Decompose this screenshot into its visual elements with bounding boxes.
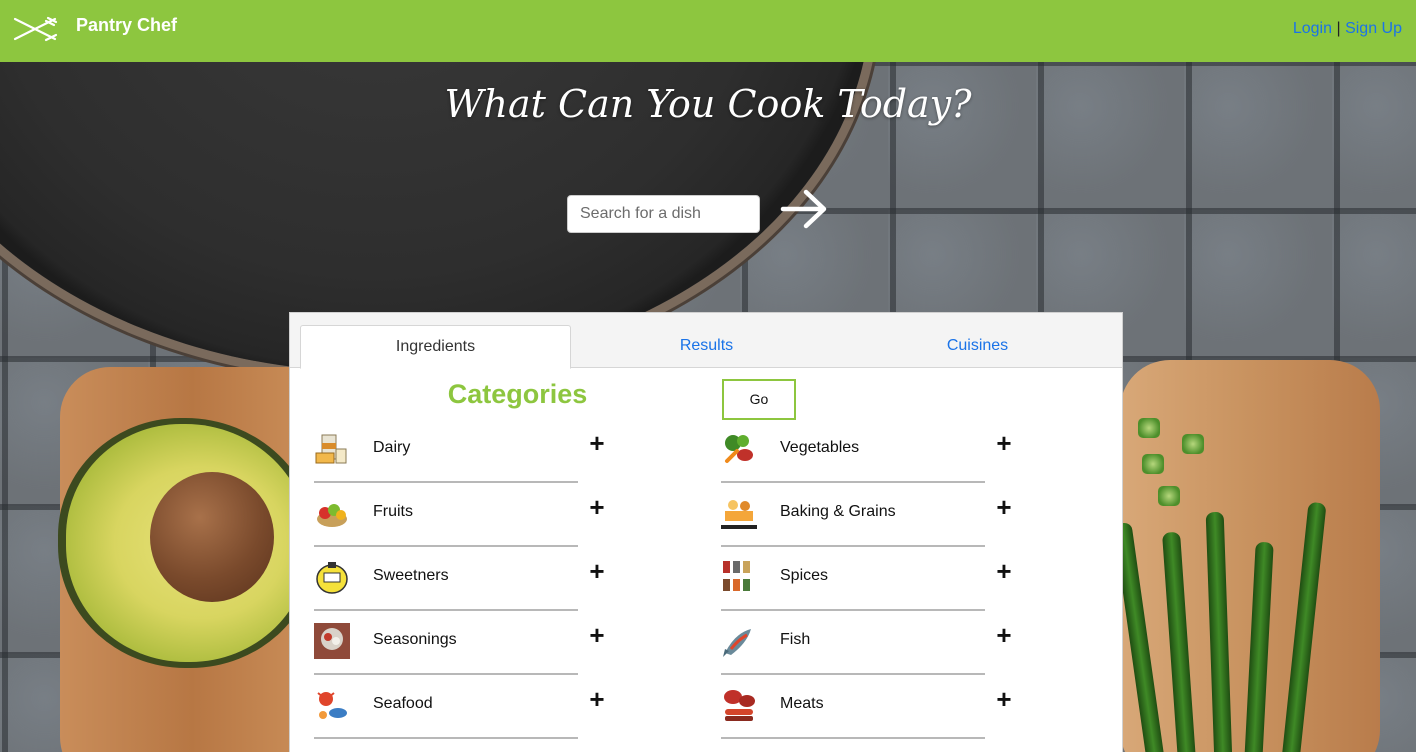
tab-bar: Ingredients Results Cuisines bbox=[290, 313, 1122, 369]
navbar: Pantry Chef Login | Sign Up bbox=[0, 0, 1416, 62]
scallion-slice-image bbox=[1158, 486, 1180, 506]
category-item-dairy[interactable]: Dairy + bbox=[314, 419, 614, 483]
plus-icon[interactable]: + bbox=[994, 492, 1014, 523]
category-label: Seafood bbox=[373, 695, 433, 712]
signup-link[interactable]: Sign Up bbox=[1345, 20, 1402, 37]
divider bbox=[314, 737, 578, 739]
go-button[interactable]: Go bbox=[722, 379, 796, 420]
vegetables-icon bbox=[725, 435, 753, 463]
fruits-icon bbox=[317, 504, 347, 527]
category-label: Fruits bbox=[373, 503, 413, 520]
category-item-seafood[interactable]: Seafood + bbox=[314, 675, 614, 739]
category-list-left: Dairy + Fruits + Sweetners + Seasonings … bbox=[314, 419, 614, 739]
category-item-sweetners[interactable]: Sweetners + bbox=[314, 547, 614, 611]
category-label: Fish bbox=[780, 631, 811, 648]
categories-heading: Categories bbox=[447, 379, 588, 409]
seasonings-icon bbox=[314, 623, 350, 659]
fish-icon bbox=[723, 629, 751, 657]
auth-links: Login | Sign Up bbox=[1293, 20, 1402, 38]
scallion-slice-image bbox=[1138, 418, 1160, 438]
category-label: Sweetners bbox=[373, 567, 449, 584]
plus-icon[interactable]: + bbox=[587, 428, 607, 459]
auth-separator: | bbox=[1336, 20, 1341, 37]
tab-cuisines[interactable]: Cuisines bbox=[842, 325, 1113, 368]
category-item-baking-grains[interactable]: Baking & Grains + bbox=[721, 483, 1021, 547]
plus-icon[interactable]: + bbox=[994, 620, 1014, 651]
tab-ingredients[interactable]: Ingredients bbox=[300, 325, 571, 369]
meats-icon bbox=[724, 690, 755, 721]
search-input[interactable] bbox=[567, 195, 760, 233]
tab-results[interactable]: Results bbox=[571, 325, 842, 368]
category-label: Spices bbox=[780, 567, 829, 584]
plus-icon[interactable]: + bbox=[587, 556, 607, 587]
category-list-right: Vegetables + Baking & Grains + Spices + … bbox=[721, 419, 1021, 739]
category-label: Meats bbox=[780, 695, 824, 712]
arrow-right-icon[interactable] bbox=[780, 188, 828, 230]
scallion-slice-image bbox=[1182, 434, 1204, 454]
brand-name[interactable]: Pantry Chef bbox=[76, 15, 177, 36]
baking-grains-icon bbox=[721, 500, 757, 529]
plus-icon[interactable]: + bbox=[994, 428, 1014, 459]
seafood-icon bbox=[317, 692, 347, 719]
ingredient-panel: Ingredients Results Cuisines Categories … bbox=[289, 312, 1123, 752]
category-item-spices[interactable]: Spices + bbox=[721, 547, 1021, 611]
category-label: Seasonings bbox=[373, 631, 457, 648]
category-label: Vegetables bbox=[780, 439, 860, 456]
login-link[interactable]: Login bbox=[1293, 20, 1332, 37]
category-item-meats[interactable]: Meats + bbox=[721, 675, 1021, 739]
category-item-vegetables[interactable]: Vegetables + bbox=[721, 419, 1021, 483]
plus-icon[interactable]: + bbox=[994, 684, 1014, 715]
category-label: Dairy bbox=[373, 439, 411, 456]
category-label: Baking & Grains bbox=[780, 503, 896, 520]
hero-title: What Can You Cook Today? bbox=[444, 82, 972, 126]
dairy-icon bbox=[315, 434, 347, 464]
crossed-utensils-icon[interactable] bbox=[12, 16, 58, 42]
divider bbox=[721, 737, 985, 739]
plus-icon[interactable]: + bbox=[587, 684, 607, 715]
plus-icon[interactable]: + bbox=[587, 620, 607, 651]
plus-icon[interactable]: + bbox=[587, 492, 607, 523]
category-item-fish[interactable]: Fish + bbox=[721, 611, 1021, 675]
sweeteners-icon bbox=[316, 562, 348, 594]
category-item-fruits[interactable]: Fruits + bbox=[314, 483, 614, 547]
spices-icon bbox=[723, 561, 750, 591]
category-item-seasonings[interactable]: Seasonings + bbox=[314, 611, 614, 675]
scallion-slice-image bbox=[1142, 454, 1164, 474]
avocado-pit-image bbox=[150, 472, 274, 602]
plus-icon[interactable]: + bbox=[994, 556, 1014, 587]
